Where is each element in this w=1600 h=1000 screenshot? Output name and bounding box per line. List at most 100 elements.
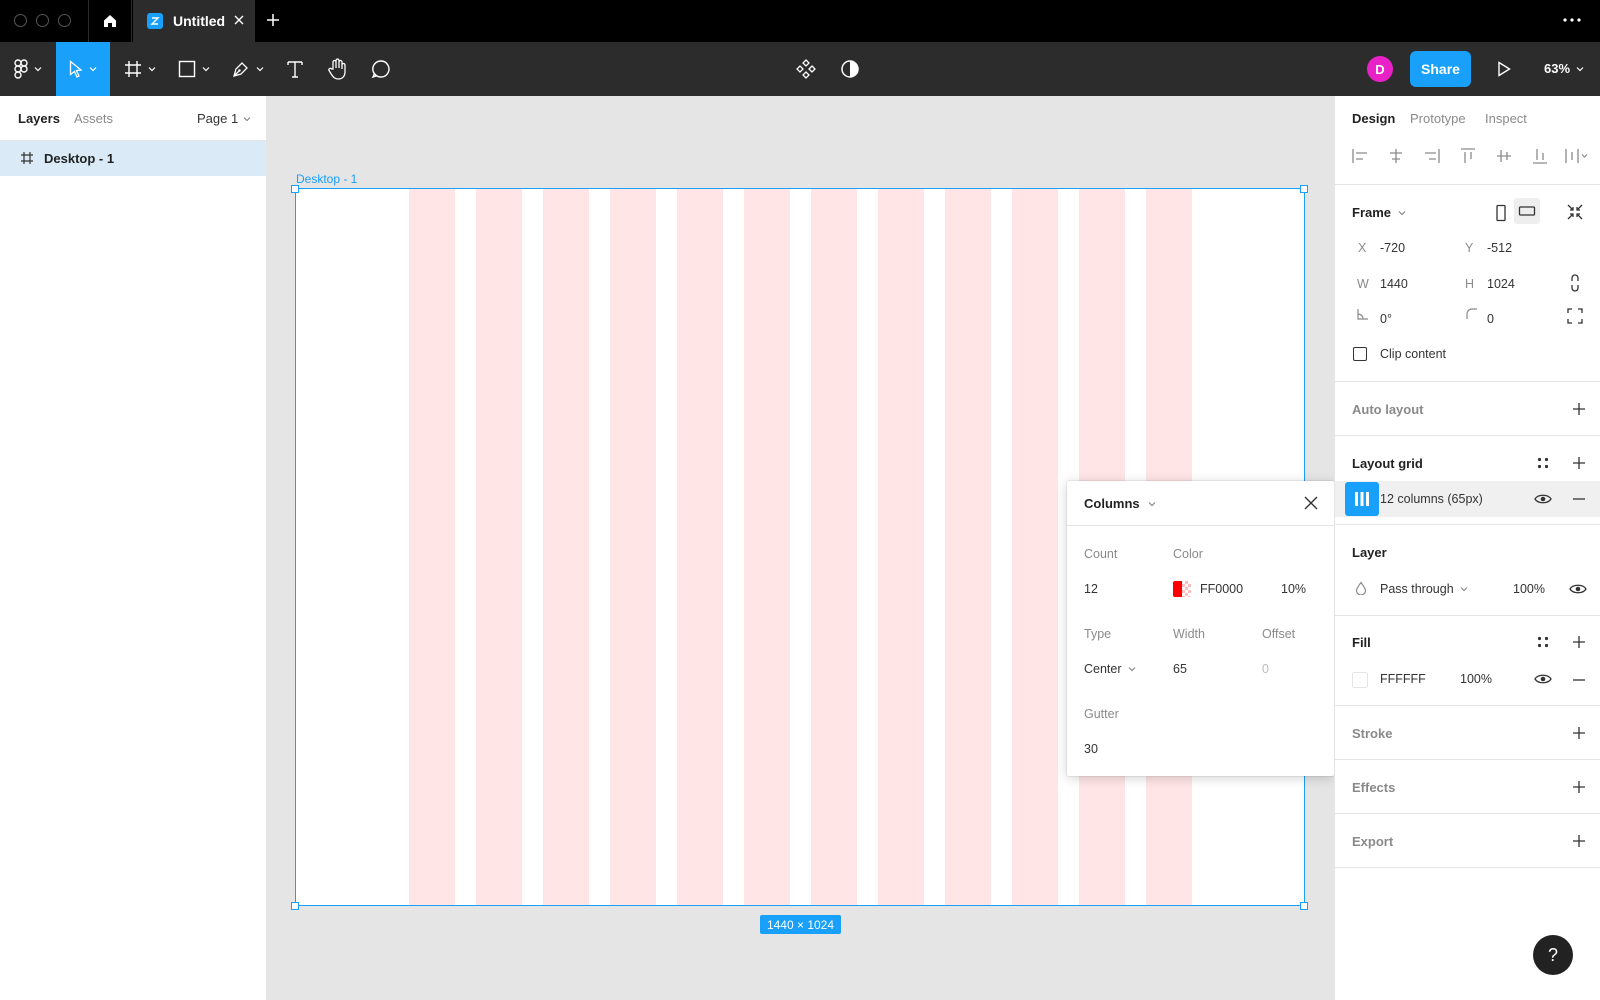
effects-section-title: Effects — [1352, 780, 1396, 795]
close-icon[interactable] — [233, 14, 245, 26]
rotation-field[interactable]: 0° — [1380, 312, 1392, 326]
zoom-level: 63% — [1544, 61, 1571, 76]
window-zoom-control[interactable] — [58, 14, 71, 27]
fill-opacity-field[interactable]: 100% — [1460, 672, 1492, 686]
comment-tool-button[interactable] — [366, 42, 396, 96]
corner-radius-field[interactable]: 0 — [1487, 312, 1494, 326]
constrain-proportions-icon[interactable] — [1569, 274, 1581, 292]
color-hex-field[interactable]: FF0000 — [1200, 582, 1243, 596]
close-icon[interactable] — [1303, 495, 1319, 511]
blend-mode-dropdown[interactable]: Pass through — [1380, 582, 1468, 596]
fill-color-swatch[interactable] — [1352, 672, 1368, 688]
home-button[interactable] — [88, 0, 132, 42]
plus-icon[interactable] — [1572, 780, 1586, 794]
grid-settings-button[interactable] — [1345, 482, 1379, 516]
align-bottom-icon[interactable] — [1532, 148, 1548, 164]
resize-to-fit-icon[interactable] — [1567, 204, 1583, 220]
text-tool-button[interactable] — [280, 42, 310, 96]
tab-prototype[interactable]: Prototype — [1410, 111, 1466, 126]
color-opacity-field[interactable]: 10% — [1281, 582, 1306, 596]
columns-popover: Columns Count Color 12 FF0000 10% Type W… — [1067, 481, 1334, 776]
plus-icon[interactable] — [1572, 635, 1586, 649]
x-field[interactable]: -720 — [1380, 241, 1405, 255]
type-label: Type — [1084, 627, 1112, 641]
plus-icon[interactable] — [1572, 726, 1586, 740]
tab-layers[interactable]: Layers — [18, 111, 60, 126]
user-avatar[interactable]: D — [1367, 56, 1393, 82]
align-right-icon[interactable] — [1424, 148, 1440, 164]
frame-icon — [124, 60, 142, 78]
share-button[interactable]: Share — [1410, 51, 1471, 87]
chevron-down-icon — [1148, 501, 1156, 507]
divider — [1335, 759, 1600, 760]
frame-label[interactable]: Desktop - 1 — [296, 172, 357, 186]
y-field[interactable]: -512 — [1487, 241, 1512, 255]
independent-corners-icon[interactable] — [1567, 308, 1583, 324]
page-selector[interactable]: Page 1 — [197, 111, 251, 126]
distribute-icon[interactable] — [1565, 148, 1589, 164]
align-vertical-center-icon[interactable] — [1496, 148, 1512, 164]
chevron-down-icon — [1398, 210, 1406, 216]
window-close-control[interactable] — [14, 14, 27, 27]
layer-opacity-field[interactable]: 100% — [1513, 582, 1545, 596]
landscape-button[interactable] — [1514, 198, 1540, 224]
frame-tool-button[interactable] — [120, 42, 160, 96]
window-minimize-control[interactable] — [36, 14, 49, 27]
align-horizontal-center-icon[interactable] — [1388, 148, 1404, 164]
main-menu-button[interactable] — [8, 42, 48, 96]
plus-icon[interactable] — [1572, 456, 1586, 470]
resize-handle-bottom-right[interactable] — [1300, 902, 1308, 910]
offset-field[interactable]: 0 — [1262, 662, 1269, 676]
appearance-button[interactable] — [836, 42, 864, 96]
resize-handle-bottom-left[interactable] — [291, 902, 299, 910]
gutter-field[interactable]: 30 — [1084, 742, 1098, 756]
present-button[interactable] — [1490, 42, 1518, 96]
portrait-icon[interactable] — [1495, 204, 1507, 222]
export-section-title: Export — [1352, 834, 1394, 849]
resize-handle-top-left[interactable] — [291, 185, 299, 193]
align-top-icon[interactable] — [1460, 148, 1476, 164]
layer-item[interactable]: Desktop - 1 — [0, 141, 266, 176]
eye-icon[interactable] — [1534, 673, 1552, 685]
move-tool-button[interactable] — [56, 42, 110, 96]
height-field[interactable]: 1024 — [1487, 277, 1515, 291]
grid-type-dropdown[interactable]: Columns — [1084, 496, 1156, 511]
fill-hex-field[interactable]: FFFFFF — [1380, 672, 1426, 686]
columns-grid-icon — [1353, 490, 1371, 508]
help-button[interactable]: ? — [1533, 935, 1573, 975]
clip-content-checkbox[interactable] — [1353, 347, 1367, 361]
align-left-icon[interactable] — [1352, 148, 1368, 164]
file-tab[interactable]: Untitled — [133, 0, 255, 42]
resize-handle-top-right[interactable] — [1300, 185, 1308, 193]
hand-tool-button[interactable] — [322, 42, 352, 96]
components-button[interactable] — [792, 42, 820, 96]
styles-icon[interactable] — [1536, 635, 1550, 649]
count-field[interactable]: 12 — [1084, 582, 1098, 596]
hand-icon — [327, 58, 347, 80]
fill-section-title: Fill — [1352, 635, 1371, 650]
more-icon[interactable] — [1562, 12, 1582, 28]
chevron-down-icon — [148, 66, 156, 72]
zoom-menu[interactable]: 63% — [1544, 61, 1584, 76]
plus-icon[interactable] — [265, 12, 281, 28]
color-swatch[interactable] — [1173, 581, 1191, 597]
eye-icon[interactable] — [1569, 583, 1587, 595]
type-dropdown[interactable]: Center — [1084, 662, 1136, 676]
tab-inspect[interactable]: Inspect — [1485, 111, 1527, 126]
stroke-section-title: Stroke — [1352, 726, 1393, 741]
styles-icon[interactable] — [1536, 456, 1550, 470]
shape-tool-button[interactable] — [174, 42, 214, 96]
width-field[interactable]: 65 — [1173, 662, 1187, 676]
rotation-icon — [1357, 308, 1369, 320]
eye-icon[interactable] — [1534, 493, 1552, 505]
frame-section-title: Frame — [1352, 205, 1392, 220]
pen-tool-button[interactable] — [228, 42, 268, 96]
width-field[interactable]: 1440 — [1380, 277, 1408, 291]
plus-icon[interactable] — [1572, 834, 1586, 848]
minus-icon[interactable] — [1572, 498, 1586, 500]
tab-design[interactable]: Design — [1352, 111, 1395, 126]
plus-icon[interactable] — [1572, 402, 1586, 416]
minus-icon[interactable] — [1572, 679, 1586, 681]
tab-assets[interactable]: Assets — [74, 111, 113, 126]
frame-preset-dropdown[interactable]: Frame — [1352, 205, 1406, 220]
